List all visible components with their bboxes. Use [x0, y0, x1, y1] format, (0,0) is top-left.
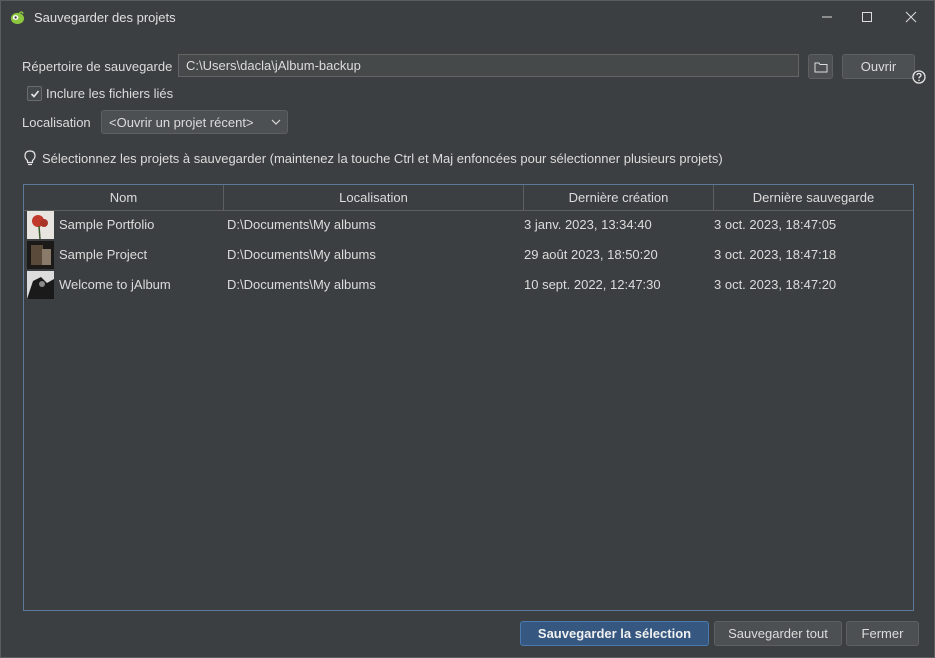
column-header-saved[interactable]: Dernière sauvegarde [714, 185, 913, 210]
maximize-icon [862, 12, 872, 22]
open-button[interactable]: Ouvrir [842, 54, 915, 79]
location-select-value: <Ouvrir un projet récent> [109, 114, 254, 130]
selection-hint-text: Sélectionnez les projets à sauvegarder (… [42, 150, 723, 166]
backup-directory-input[interactable] [178, 54, 799, 77]
close-window-button[interactable] [888, 1, 934, 33]
project-thumbnail [27, 211, 54, 239]
row-saved: 3 oct. 2023, 18:47:05 [714, 217, 837, 232]
table-row[interactable]: Sample Project D:\Documents\My albums 29… [24, 240, 913, 270]
column-header-location[interactable]: Localisation [224, 185, 524, 210]
include-linked-files-checkbox[interactable] [27, 86, 42, 101]
include-linked-files-option[interactable]: Inclure les fichiers liés [27, 86, 173, 101]
project-thumbnail [27, 241, 54, 269]
column-header-created[interactable]: Dernière création [524, 185, 714, 210]
row-saved: 3 oct. 2023, 18:47:20 [714, 277, 837, 292]
save-selection-button[interactable]: Sauvegarder la sélection [520, 621, 709, 646]
close-button[interactable]: Fermer [846, 621, 919, 646]
window-title: Sauvegarder des projets [34, 10, 176, 25]
jalbum-app-icon [10, 11, 25, 25]
checkmark-icon [30, 89, 39, 98]
lightbulb-icon [24, 150, 36, 166]
row-created: 3 janv. 2023, 13:34:40 [524, 217, 652, 232]
row-location: D:\Documents\My albums [227, 217, 376, 232]
row-created: 10 sept. 2022, 12:47:30 [524, 277, 661, 292]
help-icon[interactable] [912, 70, 926, 84]
minimize-icon [822, 16, 832, 18]
title-bar: Sauvegarder des projets [1, 1, 934, 33]
location-select[interactable]: <Ouvrir un projet récent> [101, 110, 288, 134]
row-created: 29 août 2023, 18:50:20 [524, 247, 658, 262]
table-row[interactable]: Welcome to jAlbum D:\Documents\My albums… [24, 270, 913, 300]
backup-directory-label: Répertoire de sauvegarde [22, 59, 173, 74]
table-row[interactable]: Sample Portfolio D:\Documents\My albums … [24, 210, 913, 240]
save-all-button[interactable]: Sauvegarder tout [714, 621, 842, 646]
project-thumbnail [27, 271, 54, 299]
location-label: Localisation [22, 115, 91, 130]
table-header: Nom Localisation Dernière création Derni… [24, 185, 913, 211]
selection-hint: Sélectionnez les projets à sauvegarder (… [24, 150, 723, 166]
column-header-name[interactable]: Nom [24, 185, 224, 210]
include-linked-files-label: Inclure les fichiers liés [46, 86, 174, 101]
browse-folder-button[interactable] [808, 54, 833, 79]
row-location: D:\Documents\My albums [227, 277, 376, 292]
row-name: Sample Portfolio [59, 217, 155, 232]
folder-icon [814, 62, 827, 72]
row-name: Welcome to jAlbum [59, 277, 171, 292]
chevron-down-icon [265, 119, 287, 125]
row-name: Sample Project [59, 247, 148, 262]
projects-table[interactable]: Nom Localisation Dernière création Derni… [23, 184, 914, 611]
close-icon [905, 11, 917, 23]
maximize-button[interactable] [844, 1, 890, 33]
row-location: D:\Documents\My albums [227, 247, 376, 262]
backup-dialog: Sauvegarder des projets Répertoire de sa… [0, 0, 935, 658]
row-saved: 3 oct. 2023, 18:47:18 [714, 247, 837, 262]
